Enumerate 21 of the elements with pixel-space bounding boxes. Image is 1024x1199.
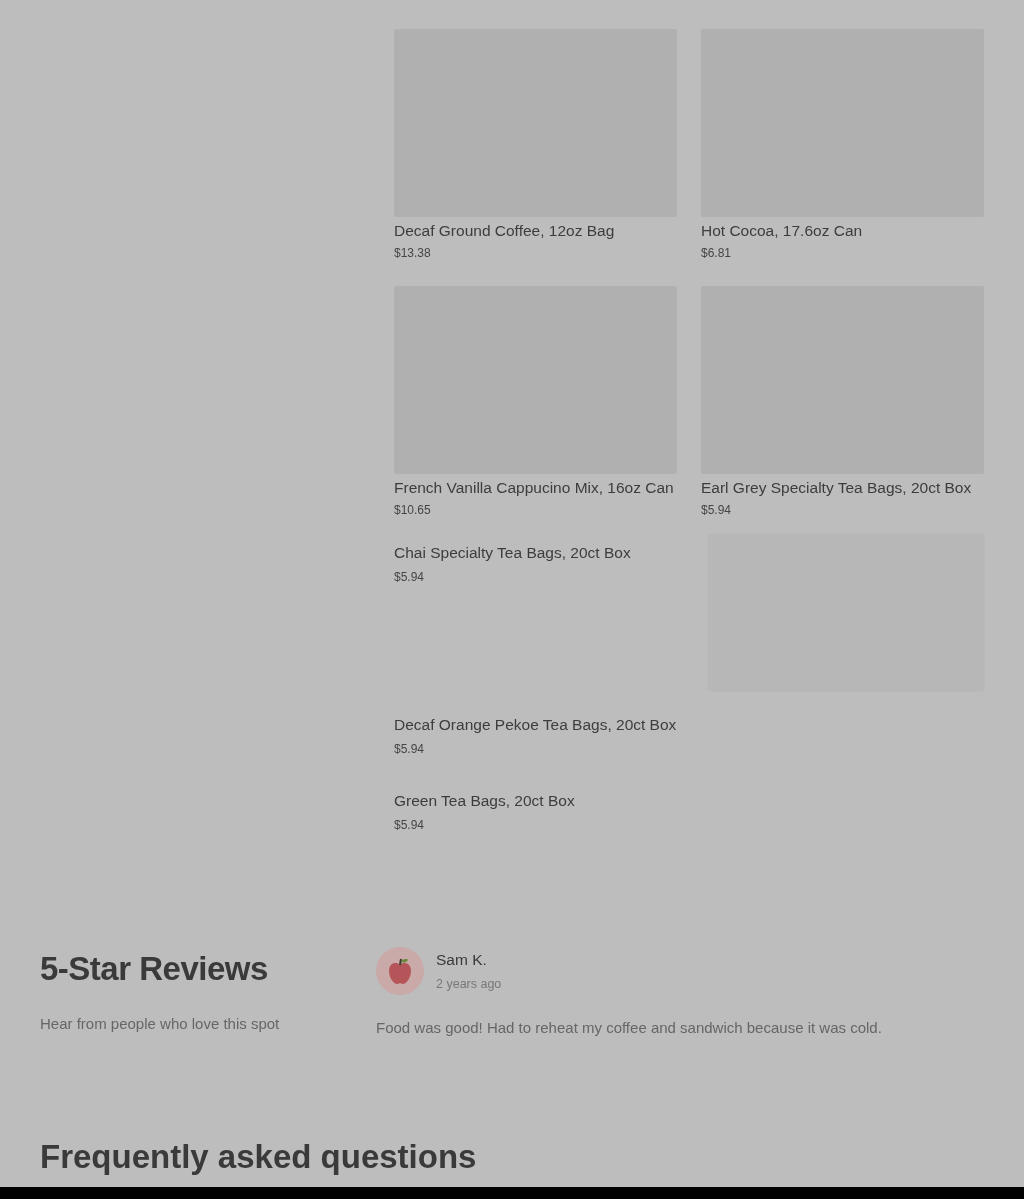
- item-name[interactable]: Green Tea Bags, 20ct Box: [394, 791, 575, 811]
- item-name[interactable]: Decaf Ground Coffee, 12oz Bag: [394, 221, 677, 241]
- item-name[interactable]: Hot Cocoa, 17.6oz Can: [701, 221, 984, 241]
- item-price: $13.38: [394, 245, 432, 262]
- item-name[interactable]: Earl Grey Specialty Tea Bags, 20ct Box: [701, 478, 984, 498]
- apple-icon: [387, 957, 413, 985]
- section-heading: 5-Star Reviews: [40, 949, 269, 989]
- item-name[interactable]: Decaf Orange Pekoe Tea Bags, 20ct Box: [394, 715, 677, 735]
- section-heading: Frequently asked questions: [39, 1136, 478, 1177]
- item-price: $5.94: [701, 502, 733, 519]
- reviewer-name: Sam K.: [436, 950, 488, 970]
- item-price: $6.81: [701, 245, 733, 262]
- item-price: $5.94: [394, 569, 426, 586]
- item-name[interactable]: French Vanilla Cappucino Mix, 16oz Can: [394, 478, 677, 498]
- review-text: Food was good! Had to reheat my coffee and sandwich because it was cold.: [376, 1018, 883, 1038]
- item-price: $10.65: [394, 502, 432, 519]
- review-time: 2 years ago: [436, 976, 502, 994]
- item-price: $5.94: [394, 741, 426, 758]
- section-subtitle: Hear from people who love this spot: [40, 1014, 281, 1034]
- item-price: $5.94: [394, 817, 426, 834]
- item-name[interactable]: Chai Specialty Tea Bags, 20ct Box: [394, 543, 631, 563]
